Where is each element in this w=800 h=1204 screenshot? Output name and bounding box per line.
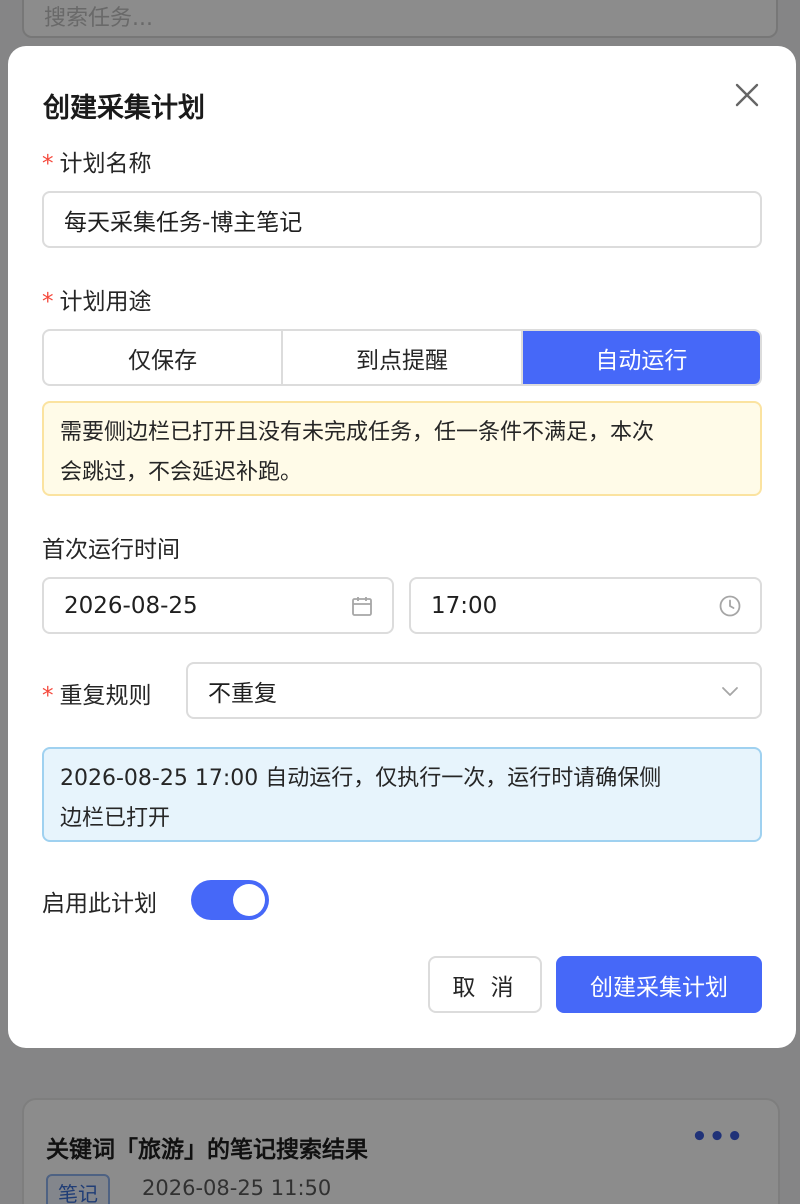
enable-plan-label: 启用此计划 [42, 891, 157, 917]
schedule-summary-info: 2026-08-25 17:00 自动运行，仅执行一次，运行时请确保侧 边栏已打… [42, 747, 762, 842]
enable-plan-toggle[interactable] [191, 880, 269, 920]
modal-title: 创建采集计划 [43, 93, 205, 124]
first-run-date-input[interactable]: 2026-08-25 [42, 577, 394, 634]
required-mark: * [42, 289, 54, 315]
close-icon[interactable] [734, 82, 760, 108]
auto-run-warning: 需要侧边栏已打开且没有未完成任务，任一条件不满足，本次 会跳过，不会延迟补跑。 [42, 401, 762, 496]
cancel-button[interactable]: 取 消 [428, 956, 542, 1013]
plan-purpose-label-text: 计划用途 [59, 289, 152, 315]
plan-name-label: * 计划名称 [42, 144, 152, 178]
purpose-option-reminder[interactable]: 到点提醒 [283, 331, 523, 384]
create-plan-button[interactable]: 创建采集计划 [556, 956, 762, 1013]
warning-text-line1: 需要侧边栏已打开且没有未完成任务，任一条件不满足，本次 [60, 420, 655, 445]
first-run-date-value: 2026-08-25 [64, 592, 198, 619]
create-plan-modal: 创建采集计划 * 计划名称 每天采集任务-博主笔记 * 计划用途 仅保存 到点提醒 … [8, 46, 796, 1048]
plan-purpose-segmented: 仅保存 到点提醒 自动运行 [42, 329, 762, 386]
purpose-option-auto-run[interactable]: 自动运行 [522, 331, 760, 384]
calendar-icon [352, 596, 372, 616]
first-run-label: 首次运行时间 [42, 537, 180, 563]
plan-name-input[interactable]: 每天采集任务-博主笔记 [42, 191, 762, 248]
warning-text-line2: 会跳过，不会延迟补跑。 [60, 460, 303, 485]
info-text-line2: 边栏已打开 [60, 806, 171, 831]
info-text-line1: 2026-08-25 17:00 自动运行，仅执行一次，运行时请确保侧 [60, 766, 662, 791]
plan-name-label-text: 计划名称 [59, 151, 152, 177]
purpose-option-save-only[interactable]: 仅保存 [44, 331, 284, 384]
plan-purpose-label: * 计划用途 [42, 282, 152, 316]
first-run-time-input[interactable]: 17:00 [409, 577, 762, 634]
repeat-rule-select[interactable]: 不重复 [186, 662, 762, 719]
toggle-knob [233, 884, 265, 916]
required-mark: * [42, 683, 54, 709]
repeat-rule-label: * 重复规则 [42, 676, 152, 710]
first-run-time-value: 17:00 [431, 592, 498, 619]
repeat-rule-value: 不重复 [208, 680, 277, 707]
required-mark: * [42, 151, 54, 177]
chevron-down-icon [722, 686, 738, 696]
repeat-rule-label-text: 重复规则 [59, 683, 152, 709]
clock-icon [719, 595, 741, 616]
plan-name-value: 每天采集任务-博主笔记 [64, 209, 303, 236]
